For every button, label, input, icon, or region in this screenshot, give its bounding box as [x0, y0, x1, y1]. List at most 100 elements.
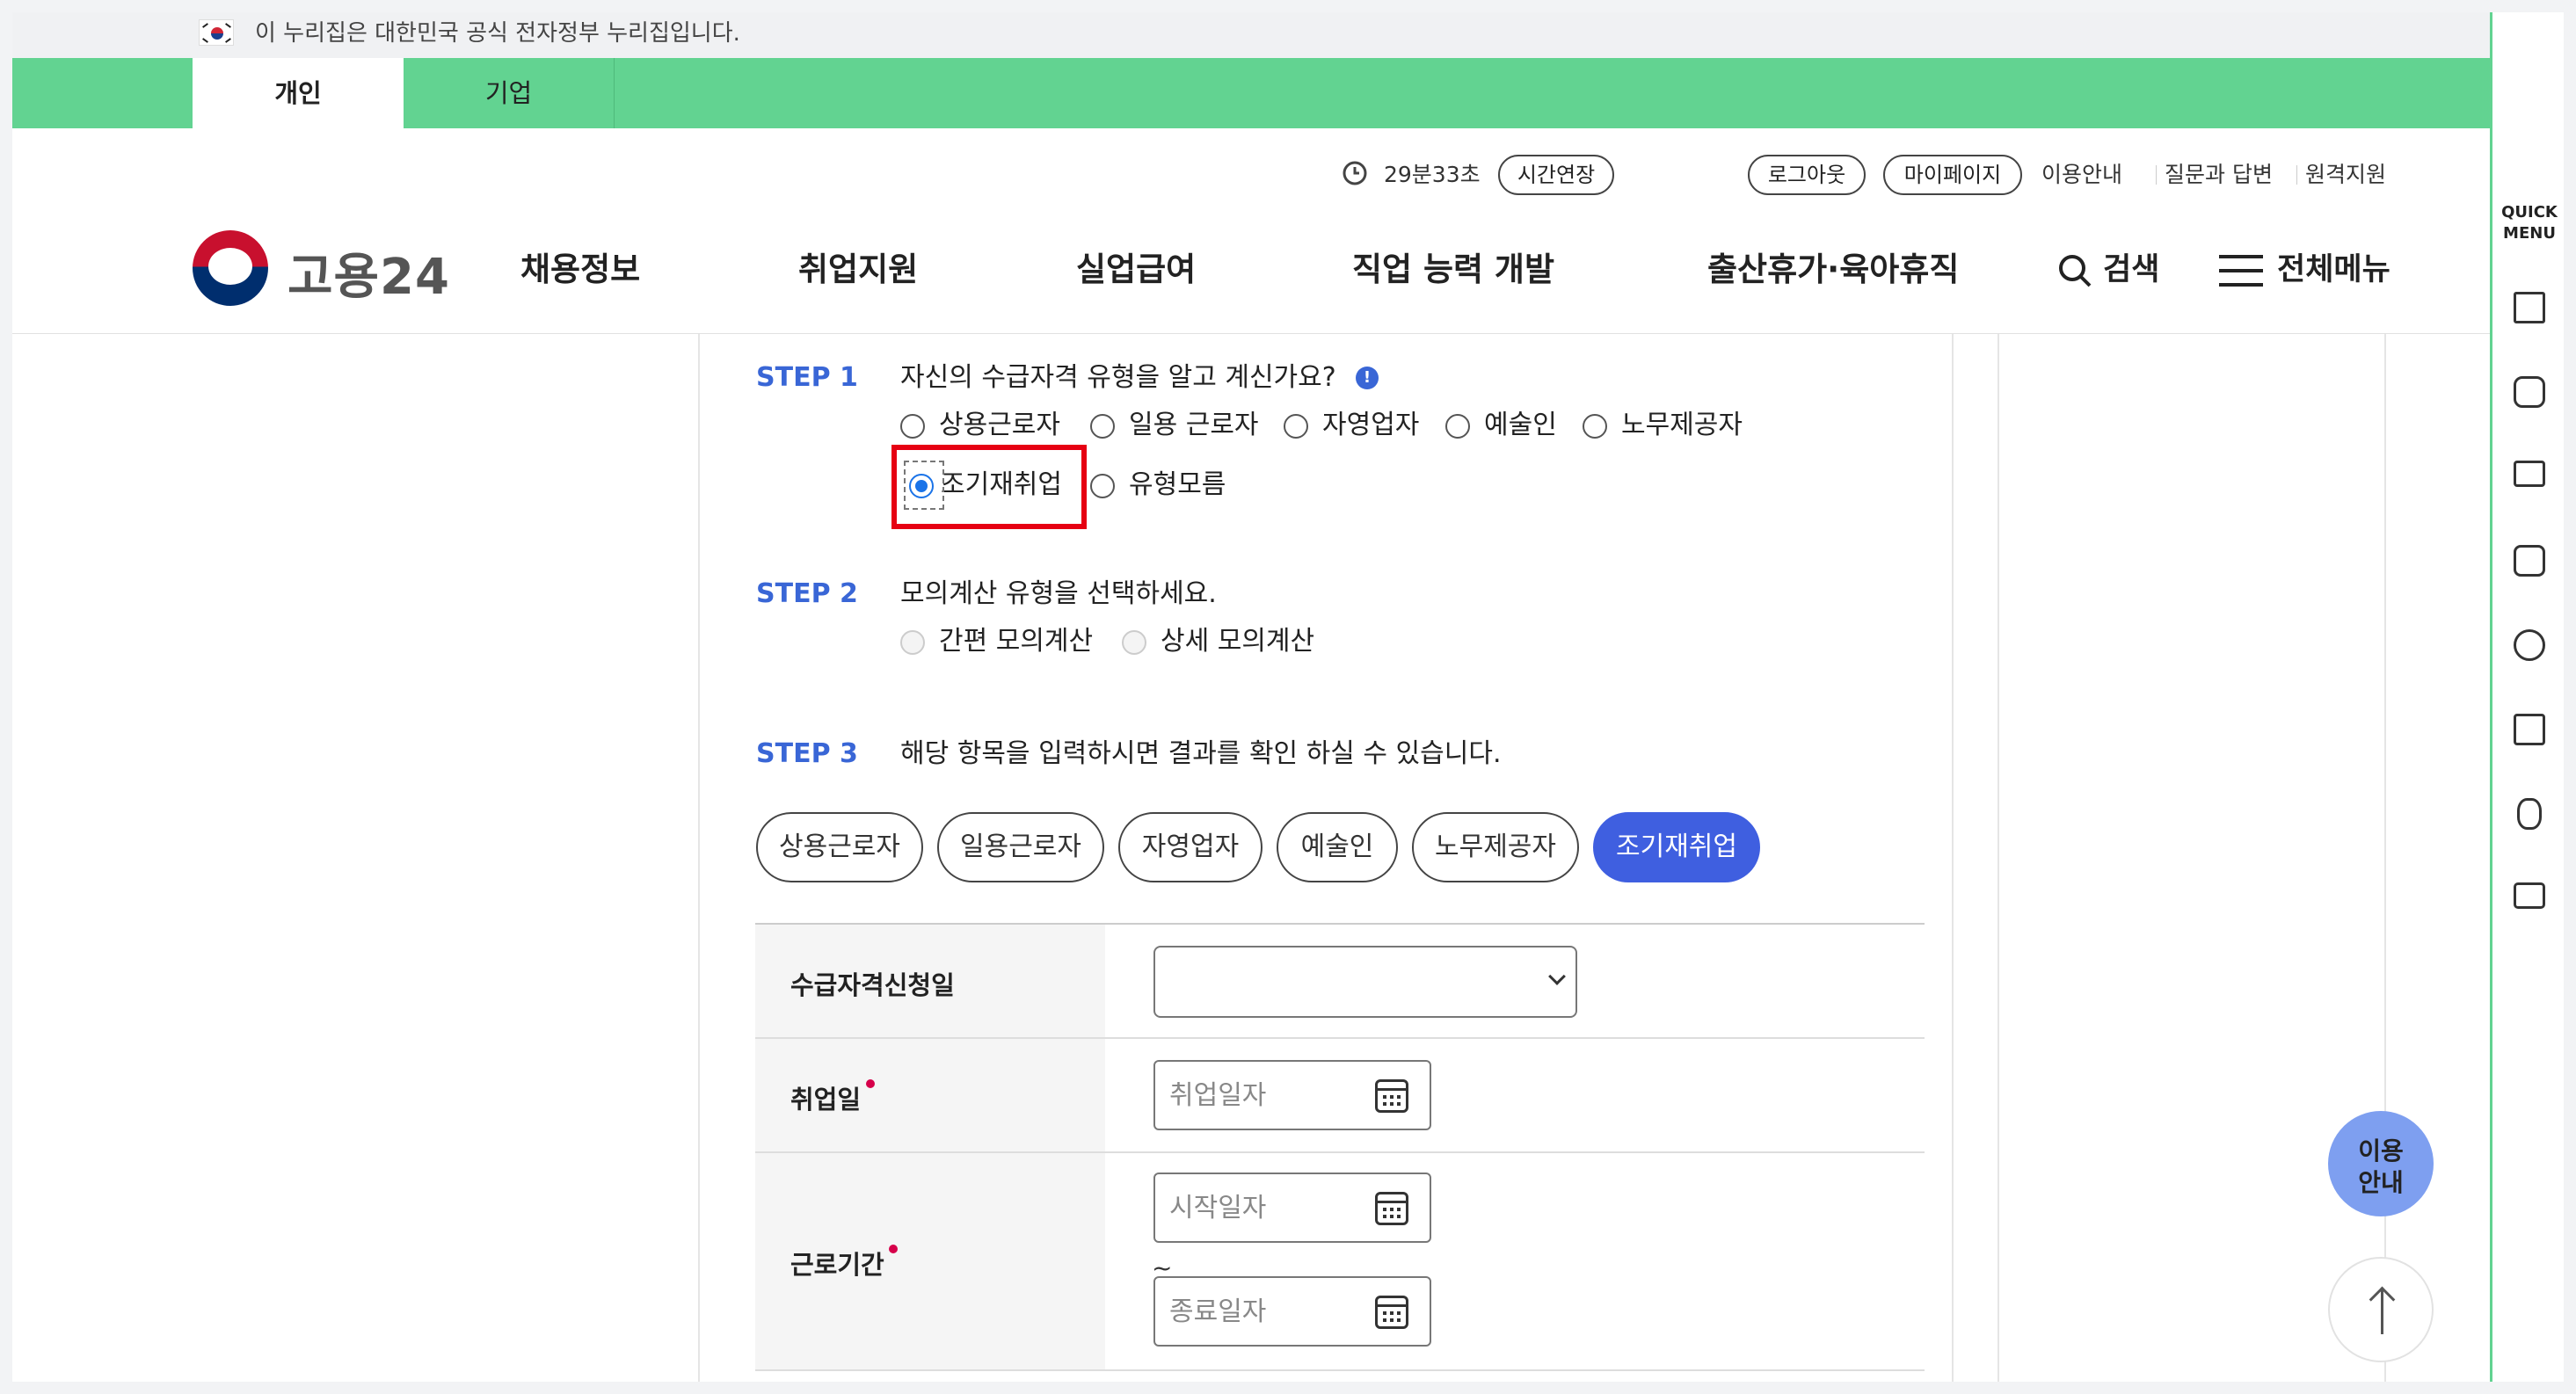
employment-date-field[interactable] [1153, 1060, 1431, 1130]
nav-job-info[interactable]: 채용정보 [520, 248, 640, 292]
monitor-icon[interactable] [2514, 461, 2545, 487]
remote-support-link[interactable]: 원격지원 [2305, 153, 2386, 197]
type-button-daily-worker[interactable]: 일용근로자 [937, 812, 1104, 882]
end-date-field[interactable] [1153, 1276, 1431, 1347]
radio-circle [900, 630, 925, 655]
scroll-top-button[interactable] [2328, 1257, 2434, 1362]
work-period-label: 근로기간 [790, 1250, 884, 1280]
chat-icon[interactable] [2514, 376, 2545, 408]
arrow-up-icon [2381, 1289, 2383, 1334]
form-row-work-period: 근로기간 [755, 1153, 1925, 1371]
required-dot [889, 1245, 898, 1253]
employment-date-label: 취업일 [790, 1085, 862, 1114]
form-label-cell: 취업일 [755, 1039, 1105, 1151]
search-icon [2059, 255, 2092, 287]
radio-label: 간편 모의계산 [939, 626, 1094, 657]
calendar-icon[interactable] [1375, 1296, 1408, 1329]
info-icon[interactable]: ! [1356, 367, 1379, 389]
radio-label: 일용 근로자 [1129, 410, 1259, 440]
qna-link[interactable]: 질문과 답변 [2165, 153, 2273, 197]
tab-personal[interactable]: 개인 [193, 58, 404, 128]
employment-date-input[interactable] [1169, 1076, 1363, 1114]
usage-guide-button[interactable]: 이용 안내 [2328, 1111, 2434, 1216]
content-left-border [698, 334, 700, 1382]
aside-right-border [2384, 334, 2386, 1382]
radio-label: 상세 모의계산 [1161, 626, 1315, 657]
printer-icon[interactable] [2514, 882, 2545, 909]
radio-circle [1090, 414, 1115, 439]
all-menu-label: 전체메뉴 [2277, 252, 2390, 287]
type-button-self-employed[interactable]: 자영업자 [1118, 812, 1263, 882]
radio-label: 자영업자 [1322, 410, 1420, 440]
form-label-cell: 수급자격신청일 [755, 925, 1105, 1037]
radio-label: 유형모름 [1129, 469, 1226, 500]
radio-label: 상용근로자 [939, 410, 1060, 440]
type-button-regular-worker[interactable]: 상용근로자 [756, 812, 923, 882]
nav-employment-support[interactable]: 취업지원 [798, 248, 918, 292]
hamburger-icon [2219, 255, 2263, 287]
step2-label: STEP 2 [756, 578, 858, 609]
required-dot [866, 1079, 875, 1088]
mypage-button[interactable]: 마이페이지 [1883, 155, 2022, 195]
calculator-icon[interactable] [2514, 714, 2545, 745]
quick-menu-title: QUICK MENU [2501, 203, 2558, 243]
form-label-cell: 근로기간 [755, 1153, 1105, 1369]
form-row-apply-date: 수급자격신청일 [755, 925, 1925, 1039]
nav-unemployment-benefit[interactable]: 실업급여 [1076, 248, 1196, 292]
type-button-early-reemployment[interactable]: 조기재취업 [1593, 812, 1760, 882]
page: 이 누리집은 대한민국 공식 전자정부 누리집입니다. 개인 기업 29분33초… [12, 12, 2564, 1382]
calendar-icon[interactable] [1375, 1192, 1408, 1225]
search-label: 검색 [2103, 252, 2160, 287]
calendar-icon[interactable] [1375, 1079, 1408, 1113]
divider [2156, 165, 2157, 185]
type-button-artist[interactable]: 예술인 [1277, 812, 1398, 882]
step3-question: 해당 항목을 입력하시면 결과를 확인 하실 수 있습니다. [900, 738, 1502, 769]
gov-banner-text: 이 누리집은 대한민국 공식 전자정부 누리집입니다. [255, 20, 740, 47]
radio-label: 노무제공자 [1621, 410, 1743, 440]
radio-circle [1583, 414, 1607, 439]
radio-circle [1090, 474, 1115, 498]
apply-date-label: 수급자격신청일 [790, 970, 955, 1000]
radio-label: 예술인 [1484, 410, 1557, 440]
aside-left-border [1997, 334, 1999, 1382]
step3-label: STEP 3 [756, 738, 858, 769]
coin-icon[interactable] [2517, 798, 2542, 830]
apply-date-select[interactable] [1153, 946, 1577, 1018]
step2-question: 모의계산 유형을 선택하세요. [900, 578, 1217, 609]
extend-time-button[interactable]: 시간연장 [1498, 155, 1614, 195]
type-button-labor-provider[interactable]: 노무제공자 [1412, 812, 1579, 882]
content-right-border [1952, 334, 1954, 1382]
top-tab-bar: 개인 기업 [12, 58, 2490, 128]
end-date-input[interactable] [1169, 1292, 1363, 1331]
tab-business[interactable]: 기업 [404, 58, 615, 128]
logo-text: 고용24 [287, 249, 450, 306]
divider [2296, 165, 2297, 185]
radio-circle [900, 414, 925, 439]
clock-icon [1343, 161, 1367, 185]
start-date-field[interactable] [1153, 1173, 1431, 1243]
korea-flag-icon [199, 19, 234, 46]
step1-question: 자신의 수급자격 유형을 알고 계신가요? [900, 362, 1336, 393]
period-tilde: ~ [1152, 1253, 1173, 1282]
start-date-input[interactable] [1169, 1188, 1363, 1227]
building-icon[interactable] [2514, 292, 2545, 323]
form-row-employment-date: 취업일 [755, 1039, 1925, 1153]
highlight-box [891, 445, 1087, 529]
radio-circle [1284, 414, 1308, 439]
quick-menu: QUICK MENU [2490, 12, 2564, 1382]
guide-link[interactable]: 이용안내 [2041, 153, 2122, 197]
nav-parental-leave[interactable]: 출산휴가·육아휴직 [1707, 248, 1959, 292]
nav-vocational-training[interactable]: 직업 능력 개발 [1352, 248, 1554, 292]
smile-icon[interactable] [2514, 629, 2545, 661]
radio-circle [1445, 414, 1470, 439]
session-timer: 29분33초 [1384, 162, 1481, 187]
logout-button[interactable]: 로그아웃 [1748, 155, 1866, 195]
step1-label: STEP 1 [756, 362, 858, 393]
gov-banner: 이 누리집은 대한민국 공식 전자정부 누리집입니다. [12, 12, 2490, 58]
header-divider [12, 333, 2490, 334]
input-form-table: 수급자격신청일 취업일 근로기간 [755, 923, 1925, 1382]
checklist-icon[interactable] [2514, 545, 2545, 577]
chevron-down-icon [1548, 968, 1566, 985]
logo-mark-icon [193, 230, 268, 306]
radio-circle [1122, 630, 1146, 655]
